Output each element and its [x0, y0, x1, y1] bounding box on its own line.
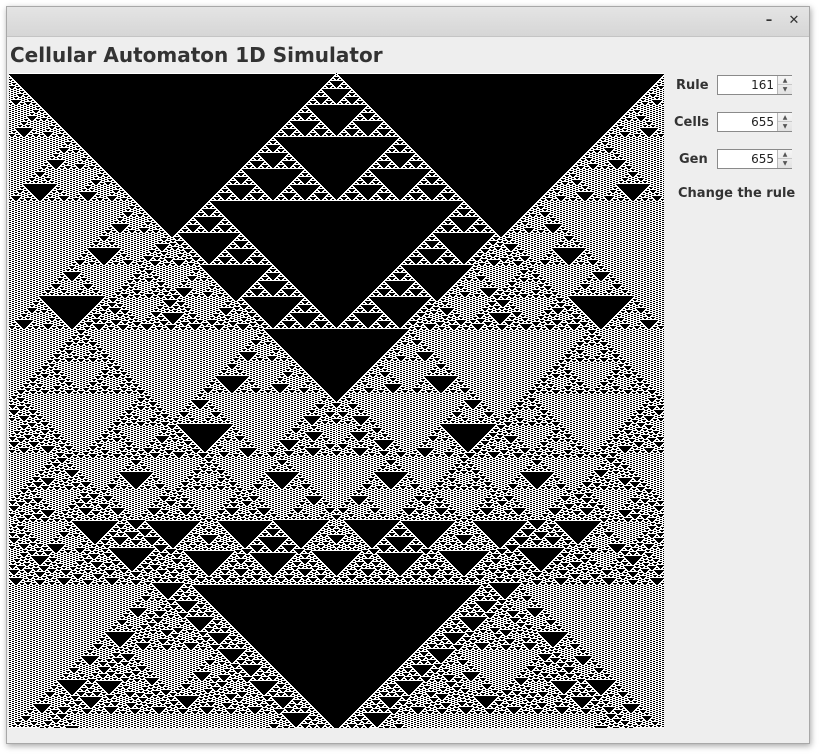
- down-arrow-icon[interactable]: ▼: [778, 122, 792, 131]
- rule-spinner[interactable]: 161 ▲ ▼: [717, 75, 792, 95]
- automaton-canvas: [9, 73, 664, 728]
- up-arrow-icon[interactable]: ▲: [778, 76, 792, 85]
- up-arrow-icon[interactable]: ▲: [778, 150, 792, 159]
- down-arrow-icon[interactable]: ▼: [778, 159, 792, 168]
- gen-label: Gen: [679, 152, 708, 167]
- rule-input[interactable]: 161: [718, 76, 776, 94]
- cells-label: Cells: [674, 115, 710, 130]
- up-arrow-icon[interactable]: ▲: [778, 113, 792, 122]
- rule-label: Rule: [676, 78, 709, 93]
- down-arrow-icon[interactable]: ▼: [778, 85, 792, 94]
- gen-spinner-arrows[interactable]: ▲ ▼: [777, 150, 792, 168]
- gen-spinner[interactable]: 655 ▲ ▼: [717, 149, 792, 169]
- app-title: Cellular Automaton 1D Simulator: [10, 43, 383, 67]
- window-titlebar[interactable]: – ✕: [7, 7, 809, 37]
- cells-input[interactable]: 655: [718, 113, 776, 131]
- close-button[interactable]: ✕: [786, 13, 802, 29]
- gen-input[interactable]: 655: [718, 150, 776, 168]
- cells-spinner[interactable]: 655 ▲ ▼: [717, 112, 792, 132]
- automaton-grid: [9, 73, 664, 728]
- cells-spinner-arrows[interactable]: ▲ ▼: [777, 113, 792, 131]
- rule-spinner-arrows[interactable]: ▲ ▼: [777, 76, 792, 94]
- change-rule-button[interactable]: Change the rule: [678, 186, 795, 201]
- minimize-button[interactable]: –: [761, 13, 777, 29]
